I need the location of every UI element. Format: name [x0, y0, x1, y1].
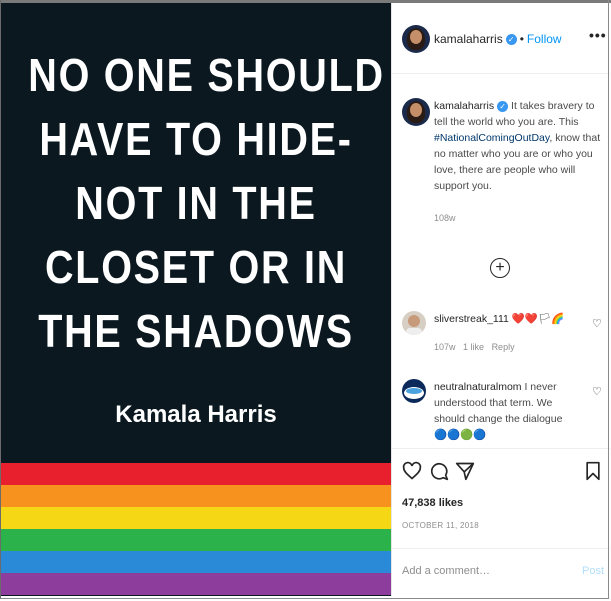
post-frame [0, 0, 609, 599]
